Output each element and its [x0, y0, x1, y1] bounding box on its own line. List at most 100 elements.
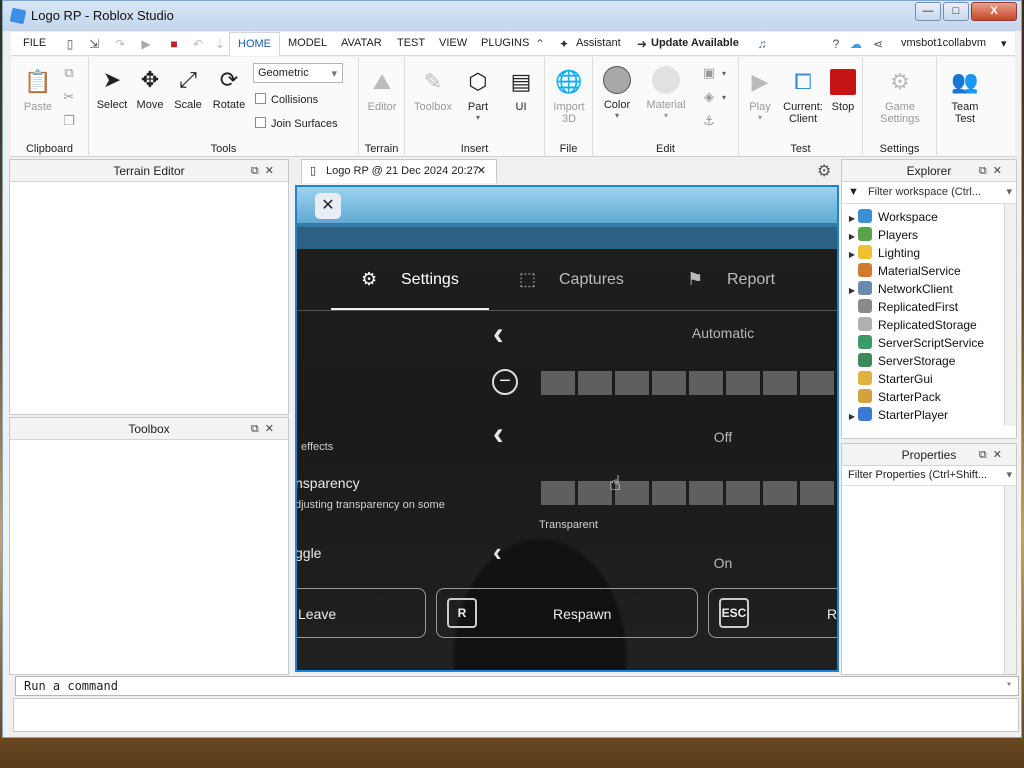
chevron-left-icon[interactable]: ‹ — [493, 315, 504, 352]
sky-band — [297, 223, 837, 249]
toolbox-button[interactable]: ✎ Toolbox — [411, 67, 455, 113]
tab-test[interactable]: TEST — [397, 37, 425, 49]
close-tab-icon[interactable]: ✕ — [477, 160, 486, 182]
explorer-item-serverscriptservice[interactable]: ServerScriptService — [842, 334, 984, 352]
game-viewport[interactable]: ✕ ⚙ Settings ⬚ Captures ⚑ Report ‹ Autom… — [295, 185, 839, 672]
scale-tool-button[interactable]: ⤢ Scale — [171, 65, 205, 111]
tab-settings[interactable]: Settings — [401, 271, 459, 289]
tab-captures[interactable]: Captures — [559, 271, 624, 289]
tab-home[interactable]: HOME — [229, 32, 280, 56]
game-settings-button[interactable]: ⚙ Game Settings — [873, 67, 927, 125]
close-window-button[interactable]: X — [971, 2, 1017, 21]
chevron-down-icon[interactable]: ▾ — [1006, 679, 1012, 690]
chevron-left-icon[interactable]: ‹ — [493, 537, 502, 568]
tools-group-label: Tools — [210, 143, 237, 155]
leave-button[interactable]: Leave — [297, 588, 426, 638]
explorer-item-label: Lighting — [878, 246, 921, 260]
tab-plugins[interactable]: PLUGINS — [481, 37, 529, 49]
user-name[interactable]: vmsbot1collabvm — [901, 37, 986, 49]
update-available-button[interactable]: Update Available — [651, 37, 739, 49]
select-tool-button[interactable]: ➤ Select — [95, 65, 129, 111]
explorer-item-workspace[interactable]: ▶ Workspace — [842, 208, 938, 226]
tab-view[interactable]: VIEW — [439, 37, 467, 49]
command-bar[interactable]: Run a command ▾ — [15, 676, 1019, 696]
lock-dropdown-icon[interactable]: ▾ — [717, 93, 731, 102]
explorer-item-materialservice[interactable]: MaterialService — [842, 262, 961, 280]
notifications-bell-icon[interactable]: ♫ — [755, 37, 769, 51]
lock-icon[interactable]: ◈ — [699, 89, 719, 105]
test-group: ▶ Play ▾ ⧠ Current: Client Stop Test — [739, 57, 863, 157]
viewport-settings-gear-icon[interactable]: ⚙ — [817, 161, 831, 181]
material-button[interactable]: Material ▾ — [641, 65, 691, 120]
ui-button[interactable]: ▤ UI — [505, 67, 537, 113]
respawn-button[interactable]: R Respawn — [436, 588, 698, 638]
assistant-sparkle-icon[interactable]: ✦ — [557, 37, 571, 51]
group-icon[interactable]: ▣ — [699, 65, 719, 81]
maximize-button[interactable]: □ — [943, 2, 969, 21]
help-icon[interactable]: ? — [829, 37, 843, 51]
rotate-tool-button[interactable]: ⟳ Rotate — [209, 65, 249, 111]
explorer-item-serverstorage[interactable]: ServerStorage — [842, 352, 955, 370]
explorer-item-starterpack[interactable]: StarterPack — [842, 388, 941, 406]
tab-report[interactable]: Report — [727, 271, 775, 289]
properties-filter[interactable]: Filter Properties (Ctrl+Shift... ▾ — [842, 466, 1016, 486]
chevron-left-icon[interactable]: ‹ — [493, 415, 504, 452]
volume-slider[interactable] — [541, 371, 837, 395]
explorer-item-networkclient[interactable]: ▶ NetworkClient — [842, 280, 953, 298]
properties-title: Properties — [901, 448, 957, 462]
move-tool-button[interactable]: ✥ Move — [133, 65, 167, 111]
anchor-icon[interactable]: ⚓ — [699, 113, 719, 129]
user-dropdown-icon[interactable]: ▾ — [1001, 37, 1007, 50]
explorer-scrollbar[interactable] — [1004, 204, 1016, 426]
current-label: Current: — [783, 101, 823, 113]
minus-circle-icon[interactable]: − — [492, 369, 518, 395]
panel-controls[interactable]: ⧉✕ — [251, 418, 280, 440]
explorer-item-replicatedstorage[interactable]: ReplicatedStorage — [842, 316, 977, 334]
color-button[interactable]: Color ▾ — [599, 65, 635, 120]
setting-value-on: On — [713, 555, 733, 571]
terrain-editor-button[interactable]: ⛰ Editor — [363, 67, 401, 113]
explorer-item-lighting[interactable]: ▶ Lighting — [842, 244, 920, 262]
open-file-icon[interactable]: ⇲ — [87, 37, 101, 51]
properties-scrollbar[interactable] — [1004, 486, 1016, 674]
explorer-item-players[interactable]: ▶ Players — [842, 226, 918, 244]
close-menu-button[interactable]: ✕ — [315, 193, 341, 219]
team-test-button[interactable]: 👥 Team Test — [943, 67, 987, 125]
quick-access-dropdown-icon[interactable]: ⇣ — [213, 37, 227, 51]
group-dropdown-icon[interactable]: ▾ — [717, 69, 731, 78]
players-icon — [858, 227, 872, 241]
stop-button[interactable]: Stop — [825, 67, 861, 113]
explorer-filter[interactable]: ▼ Filter workspace (Ctrl... ▾ — [842, 182, 1016, 204]
part-button[interactable]: ⬡ Part ▾ — [461, 67, 495, 122]
current-client-button[interactable]: ⧠ Current: Client — [781, 67, 825, 125]
explorer-item-starterplayer[interactable]: ▶ StarterPlayer — [842, 406, 948, 424]
assistant-button[interactable]: Assistant — [576, 37, 621, 49]
camera-capture-icon: ⬚ — [519, 269, 537, 289]
menu-file[interactable]: FILE — [23, 37, 46, 49]
transparency-slider[interactable] — [541, 481, 837, 505]
stop-small-icon[interactable]: ■ — [167, 37, 181, 51]
cloud-icon[interactable]: ☁ — [849, 37, 863, 51]
panel-controls[interactable]: ⧉✕ — [979, 160, 1008, 182]
serverstorage-icon — [858, 353, 872, 367]
viewport-tab[interactable]: ▯ Logo RP @ 21 Dec 2024 20:27 ✕ — [301, 159, 497, 183]
minimize-button[interactable]: — — [915, 2, 941, 21]
collapse-ribbon-icon[interactable]: ⌃ — [533, 37, 547, 51]
play-small-icon[interactable]: ▶ — [139, 37, 153, 51]
tab-avatar[interactable]: AVATAR — [341, 37, 382, 49]
import-3d-button[interactable]: 🌐 Import 3D — [549, 67, 589, 125]
expand-arrow-icon[interactable]: ▶ — [846, 408, 858, 426]
panel-controls[interactable]: ⧉✕ — [979, 444, 1008, 466]
join-surfaces-checkbox[interactable]: Join Surfaces — [255, 117, 338, 130]
transform-mode-dropdown[interactable]: Geometric ▾ — [253, 63, 343, 83]
resume-button[interactable]: ESC R — [708, 588, 837, 638]
tab-model[interactable]: MODEL — [288, 37, 327, 49]
panel-controls[interactable]: ⧉✕ — [251, 160, 280, 182]
explorer-item-replicatedfirst[interactable]: ReplicatedFirst — [842, 298, 958, 316]
play-button[interactable]: ▶ Play ▾ — [741, 67, 779, 122]
explorer-item-startergui[interactable]: StarterGui — [842, 370, 933, 388]
collisions-checkbox[interactable]: Collisions — [255, 93, 318, 106]
new-file-icon[interactable]: ▯ — [63, 37, 77, 51]
explorer-header: Explorer ⧉✕ — [842, 160, 1016, 182]
share-icon[interactable]: ⋖ — [871, 37, 885, 51]
